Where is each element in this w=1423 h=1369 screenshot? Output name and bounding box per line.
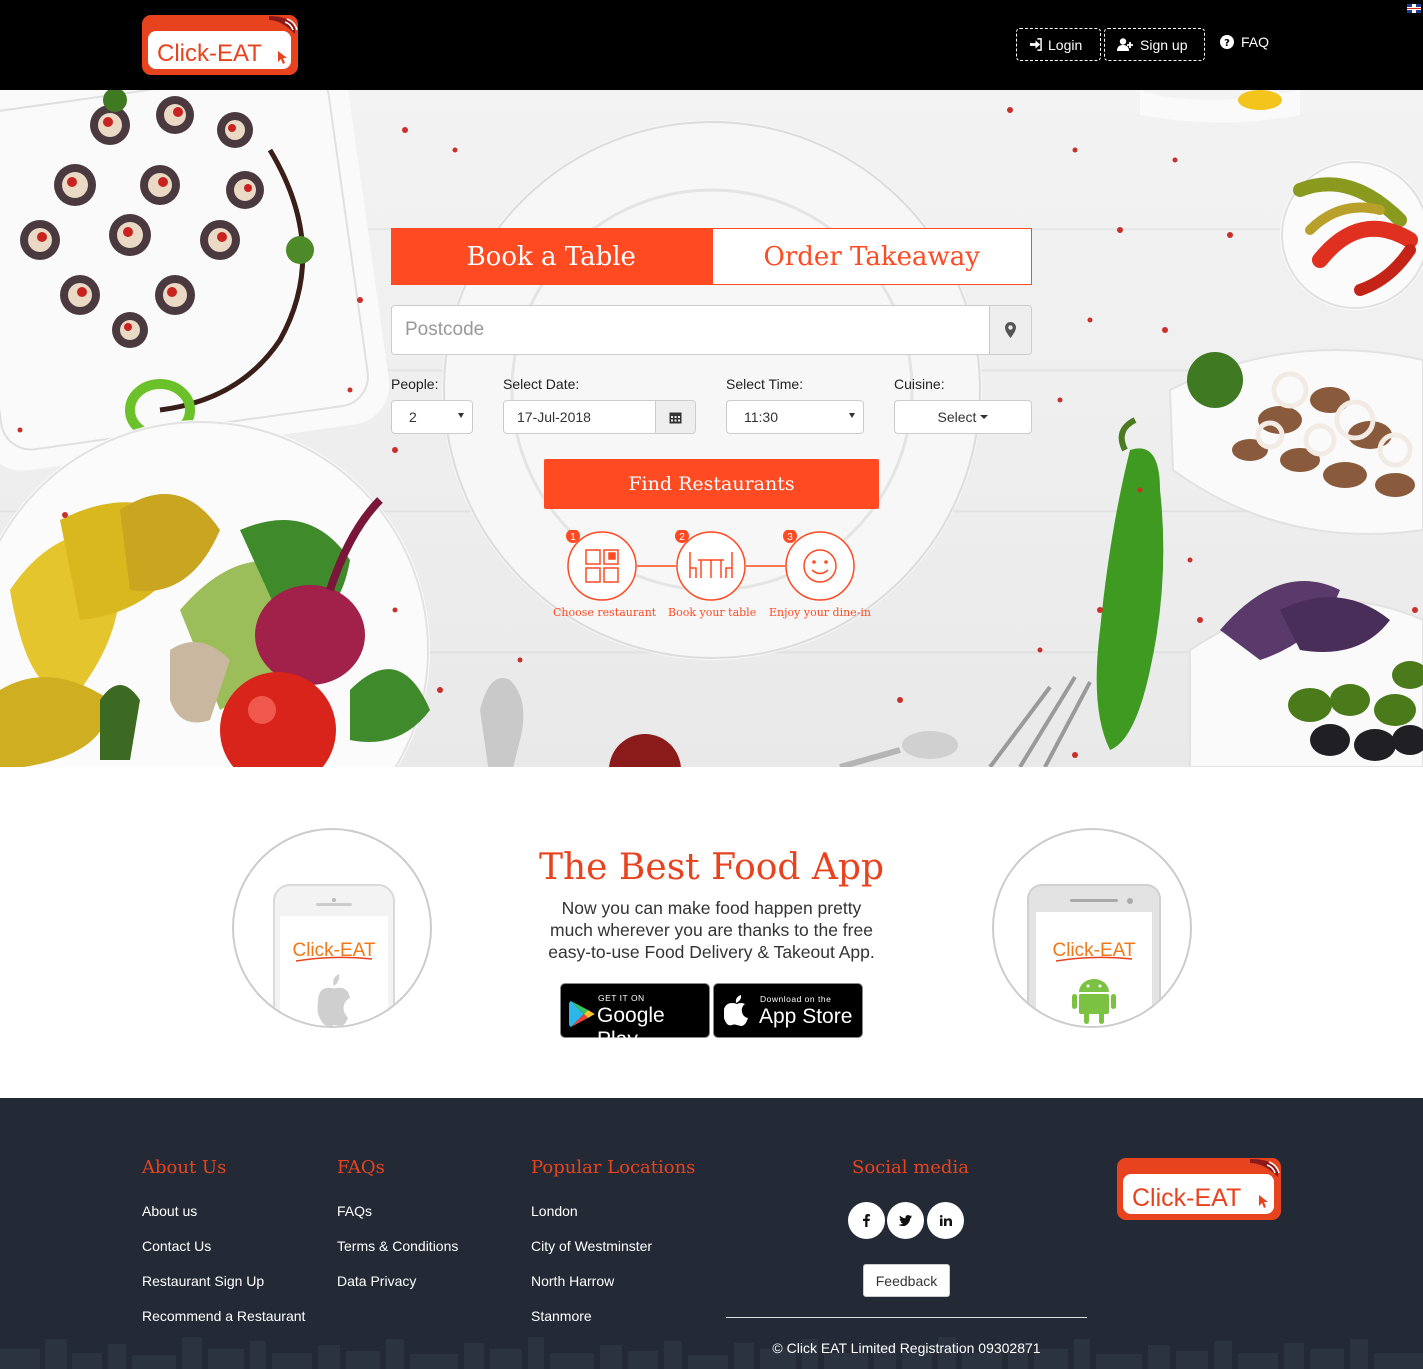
- footer-link-about-us[interactable]: About us: [142, 1203, 197, 1219]
- people-select[interactable]: 2: [391, 400, 473, 434]
- uk-flag-icon[interactable]: [1407, 4, 1421, 13]
- svg-text:2: 2: [679, 532, 685, 543]
- postcode-input[interactable]: [392, 306, 989, 354]
- app-store-button[interactable]: Download on the App Store: [713, 983, 863, 1038]
- cuisine-label: Cuisine:: [894, 376, 945, 392]
- app-title: The Best Food App: [538, 847, 885, 888]
- time-label: Select Time:: [726, 376, 804, 392]
- signup-label: Sign up: [1140, 36, 1188, 53]
- footer-link-restaurant-sign-up[interactable]: Restaurant Sign Up: [142, 1273, 264, 1289]
- footer-link-faqs[interactable]: FAQs: [337, 1203, 372, 1219]
- hero-section: Book a Table Order Takeaway People: Sele…: [0, 90, 1423, 767]
- login-label: Login: [1048, 36, 1083, 53]
- faq-link[interactable]: ? FAQ: [1220, 34, 1269, 50]
- google-play-small-label: GET IT ON: [598, 993, 645, 1003]
- facebook-icon: [863, 1214, 870, 1227]
- booking-tabs: Book a Table Order Takeaway: [391, 228, 1032, 285]
- food-background-image: [0, 90, 1423, 767]
- date-label: Select Date:: [503, 376, 580, 392]
- calendar-icon: [669, 412, 682, 423]
- svg-text:Click-EAT: Click-EAT: [157, 40, 262, 67]
- app-description: Now you can make food happen pretty much…: [548, 898, 875, 962]
- step-label-enjoy-your-dine-in: Enjoy your dine-in: [769, 606, 872, 619]
- google-play-icon: [569, 1001, 595, 1027]
- caret-down-icon: [980, 415, 989, 419]
- cuisine-value: Select: [937, 409, 977, 425]
- linkedin-icon: [939, 1215, 952, 1226]
- people-label: People:: [391, 376, 439, 392]
- cuisine-dropdown[interactable]: Select: [894, 400, 1032, 434]
- question-circle-icon: ?: [1220, 35, 1234, 49]
- date-picker[interactable]: 17-Jul-2018: [503, 400, 696, 434]
- app-store-label: App Store: [759, 1005, 853, 1028]
- top-navbar: Click-EAT Login Sign up ? FAQ: [0, 0, 1423, 90]
- google-play-button[interactable]: GET IT ON Google Play: [560, 983, 710, 1051]
- footer-link-westminster[interactable]: City of Westminster: [531, 1238, 652, 1254]
- postcode-search: [391, 305, 1032, 355]
- people-value: 2: [409, 409, 417, 425]
- feedback-button[interactable]: Feedback: [863, 1264, 950, 1297]
- footer-social-title: Social media: [852, 1157, 969, 1178]
- app-store-small-label: Download on the: [760, 994, 832, 1004]
- svg-text:Click-EAT: Click-EAT: [1132, 1184, 1241, 1212]
- user-plus-icon: [1117, 38, 1133, 51]
- footer-link-stanmore[interactable]: Stanmore: [531, 1308, 592, 1324]
- footer-link-contact-us[interactable]: Contact Us: [142, 1238, 211, 1254]
- app-promo-section: Click-EAT The Best Food App Now you can …: [0, 767, 1423, 1098]
- footer-about-title: About Us: [142, 1157, 227, 1178]
- tab-book-a-table[interactable]: Book a Table: [391, 228, 712, 285]
- apple-icon: [724, 995, 748, 1026]
- caret-down-icon: [458, 413, 464, 418]
- footer-click-eat-logo[interactable]: Click-EAT: [1116, 1157, 1282, 1221]
- footer-divider: [726, 1317, 1087, 1318]
- step-label-book-your-table: Book your table: [668, 606, 757, 619]
- booking-panel: Book a Table Order Takeaway: [391, 228, 1032, 355]
- step-book-your-table: 2: [675, 530, 746, 601]
- booking-steps: 1 2 3: [566, 530, 855, 601]
- sign-in-icon: [1029, 38, 1042, 51]
- footer-link-terms[interactable]: Terms & Conditions: [337, 1238, 458, 1254]
- step-choose-restaurant: 1: [566, 530, 637, 601]
- city-skyline-decoration: [0, 1337, 1423, 1369]
- linkedin-button[interactable]: [927, 1202, 964, 1239]
- android-phone-illustration: Click-EAT: [992, 828, 1192, 1028]
- signup-button[interactable]: Sign up: [1104, 28, 1205, 61]
- step-label-choose-restaurant: Choose restaurant: [553, 606, 657, 619]
- footer-link-data-privacy[interactable]: Data Privacy: [337, 1273, 416, 1289]
- tab-order-takeaway[interactable]: Order Takeaway: [711, 228, 1032, 285]
- facebook-button[interactable]: [848, 1202, 885, 1239]
- map-marker-icon: [1005, 322, 1016, 338]
- twitter-icon: [899, 1215, 912, 1226]
- twitter-button[interactable]: [887, 1202, 924, 1239]
- click-eat-logo[interactable]: Click-EAT: [141, 14, 299, 76]
- footer-locations-title: Popular Locations: [531, 1157, 696, 1178]
- footer: About Us About us Contact Us Restaurant …: [0, 1098, 1423, 1369]
- google-play-label: Google Play: [597, 1004, 665, 1051]
- svg-text:1: 1: [570, 532, 576, 543]
- copyright-text: © Click EAT Limited Registration 0930287…: [772, 1340, 1041, 1356]
- date-value: 17-Jul-2018: [517, 409, 591, 425]
- footer-faqs-title: FAQs: [337, 1157, 385, 1178]
- svg-text:3: 3: [787, 532, 793, 543]
- caret-down-icon: [849, 413, 855, 418]
- footer-link-recommend-restaurant[interactable]: Recommend a Restaurant: [142, 1308, 305, 1324]
- svg-text:?: ?: [1224, 38, 1230, 49]
- locate-button[interactable]: [989, 306, 1031, 354]
- step-enjoy-your-dine-in: 3: [783, 530, 855, 601]
- find-restaurants-button[interactable]: Find Restaurants: [544, 459, 879, 509]
- time-select[interactable]: 11:30: [726, 400, 864, 434]
- footer-link-north-harrow[interactable]: North Harrow: [531, 1273, 614, 1289]
- time-value: 11:30: [744, 409, 778, 425]
- faq-label: FAQ: [1241, 34, 1270, 50]
- calendar-button[interactable]: [655, 401, 695, 433]
- login-button[interactable]: Login: [1016, 28, 1101, 61]
- footer-link-london[interactable]: London: [531, 1203, 578, 1219]
